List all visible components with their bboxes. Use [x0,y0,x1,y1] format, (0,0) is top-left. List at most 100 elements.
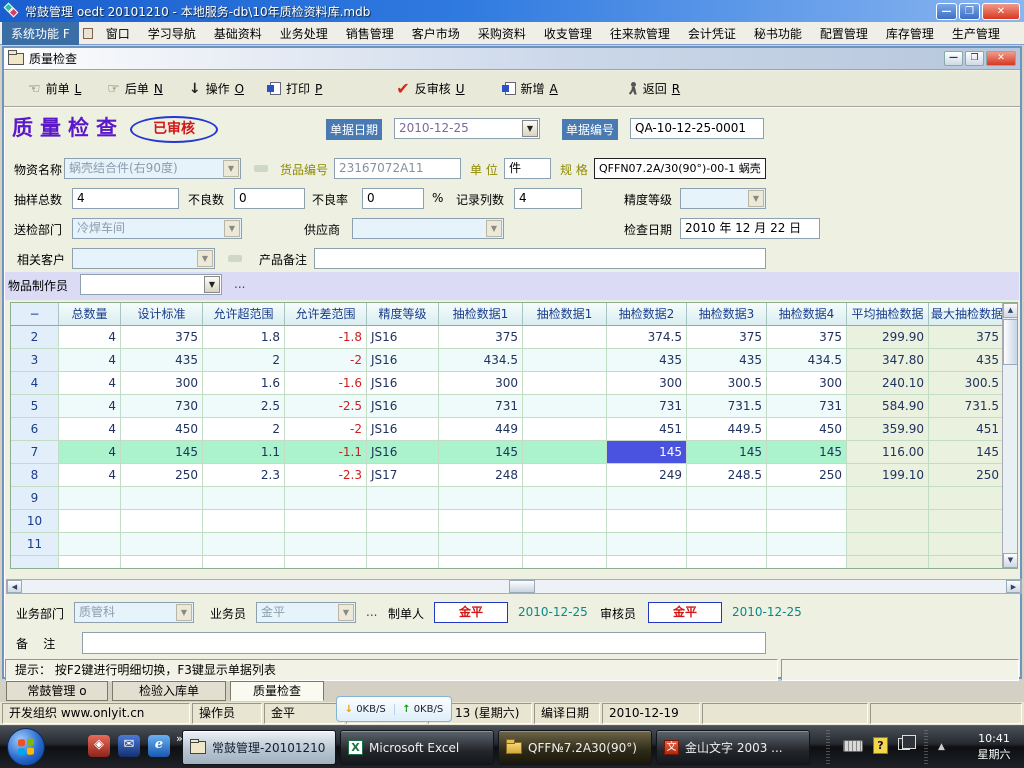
grid-cell[interactable] [121,487,203,510]
chevron-down-icon[interactable]: ▼ [748,190,764,207]
grid-row-number[interactable]: 3 [11,349,59,372]
scroll-left-icon[interactable]: ◀ [7,580,22,593]
grid-cell[interactable] [847,510,929,533]
menu-item[interactable]: 库存管理 [877,22,943,45]
product-note-input[interactable] [314,248,766,269]
quicklaunch-app-red-icon[interactable]: ◈ [88,735,110,757]
more-icon[interactable] [228,255,242,262]
vertical-scrollbar[interactable]: ▲ ▼ [1002,303,1017,568]
grid-cell[interactable] [929,487,1004,510]
grid-cell[interactable]: 375 [767,326,847,349]
close-icon[interactable]: ✕ [982,3,1020,20]
chevron-down-icon[interactable]: ▼ [176,604,192,621]
next-doc-button[interactable]: ☞ 后单N [101,77,169,100]
grid-cell[interactable]: 300 [439,372,523,395]
grid-cell[interactable]: 116.00 [847,441,929,464]
grid-cell[interactable]: 435 [121,349,203,372]
grid-cell[interactable]: -1.8 [285,326,367,349]
grid-cell[interactable]: 250 [929,464,1004,487]
grid-cell[interactable]: 299.90 [847,326,929,349]
taskbar-task-folder[interactable]: QFF№7.2A30(90°) [498,730,652,765]
scroll-up-icon[interactable]: ▲ [1003,303,1018,318]
grid-cell[interactable]: 451 [929,418,1004,441]
grid-row-number[interactable]: 9 [11,487,59,510]
grid-cell[interactable]: 375 [439,326,523,349]
operate-button[interactable]: ↓ 操作O [183,77,250,100]
grid-cell[interactable]: 1.1 [203,441,285,464]
doc-date-combo[interactable]: 2010-12-25▼ [394,118,540,139]
chevron-down-icon[interactable]: ▼ [486,220,502,237]
grid-cell[interactable] [439,510,523,533]
grid-cell[interactable] [367,556,439,568]
menu-item[interactable]: 会计凭证 [679,22,745,45]
supplier-combo[interactable]: ▼ [352,218,504,239]
grid-cell[interactable] [523,326,607,349]
taskbar-task-main[interactable]: 常鼓管理-20101210 [182,730,336,765]
grid-cell[interactable] [367,510,439,533]
grid-row-number[interactable]: 6 [11,418,59,441]
grid-cell[interactable]: 249 [607,464,687,487]
precision-combo[interactable]: ▼ [680,188,766,209]
grid-cell[interactable]: -2.5 [285,395,367,418]
grid-cell[interactable]: 4 [59,395,121,418]
grid-cell[interactable] [121,510,203,533]
grid-cell[interactable]: 145 [121,441,203,464]
grid-cell[interactable]: JS16 [367,326,439,349]
grid-cell[interactable] [523,487,607,510]
child-minimize-icon[interactable]: — [944,51,963,66]
grid-cell[interactable]: -1.1 [285,441,367,464]
restore-icon[interactable]: ❐ [959,3,980,20]
grid-cell[interactable] [687,556,767,568]
grid-cell[interactable]: 4 [59,372,121,395]
print-button[interactable]: 打印P [264,77,328,100]
taskbar-task-excel[interactable]: X Microsoft Excel [340,730,494,765]
grid-cell[interactable] [523,441,607,464]
grid-cell[interactable]: 300 [767,372,847,395]
grid-cell[interactable]: 450 [767,418,847,441]
child-close-icon[interactable]: ✕ [986,51,1016,66]
grid-cell[interactable]: 451 [607,418,687,441]
grid-cell[interactable]: 145 [687,441,767,464]
grid-cell[interactable]: 450 [121,418,203,441]
grid-cell[interactable] [367,533,439,556]
sample-total-input[interactable]: 4 [72,188,179,209]
grid-cell[interactable]: 300.5 [929,372,1004,395]
grid-cell[interactable] [285,510,367,533]
grid-cell[interactable]: 435 [607,349,687,372]
grid-cell[interactable]: 435 [929,349,1004,372]
menu-item[interactable]: 销售管理 [337,22,403,45]
doc-no-input[interactable]: QA-10-12-25-0001 [630,118,764,139]
grid-row-number[interactable]: 5 [11,395,59,418]
grid-row-number[interactable]: 8 [11,464,59,487]
grid-cell[interactable] [687,510,767,533]
tab-quality-check[interactable]: 质量检查 [230,681,324,701]
grid-cell[interactable]: 240.10 [847,372,929,395]
chevron-down-icon[interactable]: ▼ [522,120,538,137]
grid-cell[interactable]: 145 [607,441,687,464]
grid-cell[interactable]: -1.6 [285,372,367,395]
grid-cell[interactable]: 434.5 [439,349,523,372]
dept-combo[interactable]: 冷焊车间▼ [72,218,242,239]
grid-cell[interactable]: 250 [767,464,847,487]
menu-item[interactable]: 业务处理 [271,22,337,45]
grid-cell[interactable] [121,556,203,568]
menu-item[interactable]: 生产管理 [943,22,1009,45]
minimize-icon[interactable]: — [936,3,957,20]
grid-cell[interactable] [285,533,367,556]
menu-item[interactable]: 采购资料 [469,22,535,45]
chevron-down-icon[interactable]: ▼ [223,160,239,177]
grid-cell[interactable] [367,487,439,510]
grid-cell[interactable]: 145 [929,441,1004,464]
grid-cell[interactable]: 374.5 [607,326,687,349]
taskbar-task-wps[interactable]: 文 金山文字 2003 ... [656,730,810,765]
grid-cell[interactable] [607,556,687,568]
grid-cell[interactable]: 375 [121,326,203,349]
grid-row-number[interactable] [11,556,59,568]
grid-cell[interactable] [59,533,121,556]
child-restore-icon[interactable]: ❐ [965,51,984,66]
grid-row-number[interactable]: 11 [11,533,59,556]
grid-cell[interactable]: 4 [59,418,121,441]
grid-cell[interactable]: JS17 [367,464,439,487]
grid-cell[interactable] [439,556,523,568]
grid-row-number[interactable]: 2 [11,326,59,349]
